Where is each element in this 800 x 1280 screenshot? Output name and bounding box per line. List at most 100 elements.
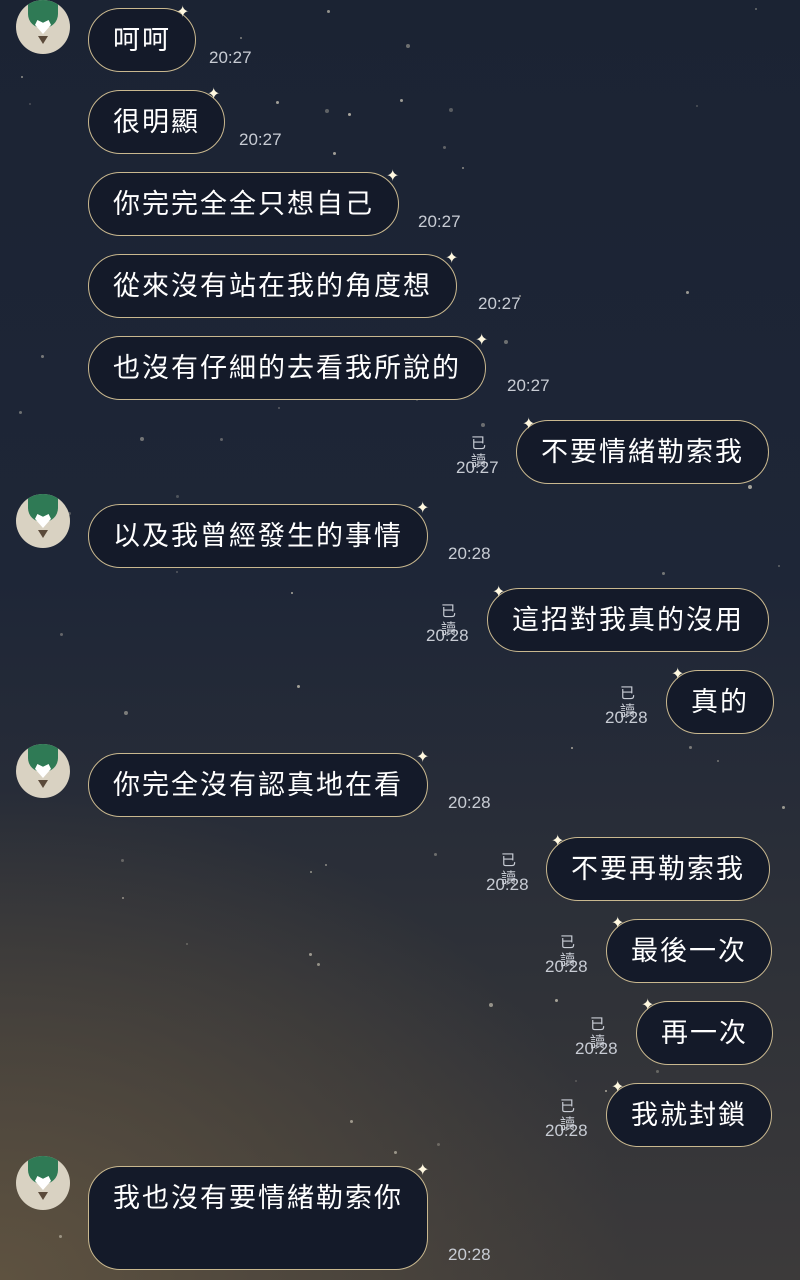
message-bubble[interactable]: 不要再勒索我 <box>546 837 770 901</box>
star-dot <box>462 167 464 169</box>
star-dot <box>662 572 665 575</box>
star-dot <box>406 44 410 48</box>
star-dot <box>350 1120 353 1123</box>
message-time: 20:28 <box>426 626 469 645</box>
star-dot <box>29 103 31 105</box>
star-dot <box>437 1143 440 1146</box>
message-bubble[interactable]: 最後一次 <box>606 919 772 983</box>
message-time: 20:28 <box>486 875 529 894</box>
star-dot <box>696 105 698 107</box>
avatar[interactable] <box>16 1156 70 1210</box>
message-bubble[interactable]: 我就封鎖 <box>606 1083 772 1147</box>
star-dot <box>121 859 124 862</box>
star-dot <box>122 897 124 899</box>
message-text: 你完全沒有認真地在看 <box>113 770 403 801</box>
star-dot <box>60 633 63 636</box>
star-dot <box>310 871 312 873</box>
star-dot <box>325 109 329 113</box>
sparkle-icon: ✦ <box>416 747 430 766</box>
message-bubble[interactable]: 從來沒有站在我的角度想 <box>88 254 457 318</box>
star-dot <box>291 592 293 594</box>
star-dot <box>481 423 485 427</box>
star-dot <box>220 438 223 441</box>
message-time: 20:28 <box>575 1039 618 1058</box>
message-bubble[interactable]: 我也沒有要情緒勒索你 <box>88 1166 428 1270</box>
message-text: 不要情緒勒索我 <box>541 437 744 468</box>
message-time: 20:28 <box>448 1245 491 1264</box>
star-dot <box>656 1070 659 1073</box>
star-dot <box>449 108 453 112</box>
star-dot <box>555 999 558 1002</box>
message-bubble[interactable]: 不要情緒勒索我 <box>516 420 769 484</box>
message-text: 不要再勒索我 <box>571 854 745 885</box>
star-dot <box>689 746 692 749</box>
message-text: 你完完全全只想自己 <box>113 189 374 220</box>
star-dot <box>59 1235 62 1238</box>
star-dot <box>276 101 279 104</box>
star-dot <box>186 943 188 945</box>
message-time: 20:27 <box>507 376 550 395</box>
star-dot <box>605 1090 607 1092</box>
message-time: 20:27 <box>209 48 252 67</box>
star-dot <box>434 853 437 856</box>
message-text: 這招對我真的沒用 <box>512 605 744 636</box>
message-bubble[interactable]: 這招對我真的沒用 <box>487 588 769 652</box>
message-bubble[interactable]: 以及我曾經發生的事情 <box>88 504 428 568</box>
sparkle-icon: ✦ <box>611 913 625 932</box>
message-text: 也沒有仔細的去看我所說的 <box>113 353 461 384</box>
star-dot <box>297 685 300 688</box>
sparkle-icon: ✦ <box>416 1160 430 1179</box>
star-dot <box>575 1080 577 1082</box>
message-text: 很明顯 <box>113 107 200 138</box>
star-dot <box>571 747 573 749</box>
message-time: 20:27 <box>456 458 499 477</box>
message-time: 20:27 <box>418 212 461 231</box>
message-bubble[interactable]: 也沒有仔細的去看我所說的 <box>88 336 486 400</box>
star-dot <box>124 711 128 715</box>
sparkle-icon: ✦ <box>176 2 190 21</box>
sparkle-icon: ✦ <box>671 664 685 683</box>
message-text: 以及我曾經發生的事情 <box>113 521 403 552</box>
message-text: 真的 <box>691 687 749 718</box>
message-text: 呵呵 <box>113 25 171 56</box>
star-dot <box>400 99 403 102</box>
sparkle-icon: ✦ <box>551 831 565 850</box>
message-text: 再一次 <box>661 1018 748 1049</box>
message-time: 20:28 <box>545 957 588 976</box>
star-dot <box>489 1003 493 1007</box>
avatar[interactable] <box>16 0 70 54</box>
message-text: 我就封鎖 <box>631 1100 747 1131</box>
message-time: 20:27 <box>478 294 521 313</box>
star-dot <box>176 571 178 573</box>
star-dot <box>333 152 336 155</box>
sparkle-icon: ✦ <box>641 995 655 1014</box>
star-dot <box>21 76 23 78</box>
message-bubble[interactable]: 很明顯 <box>88 90 225 154</box>
message-text: 我也沒有要情緒勒索你 <box>113 1183 403 1214</box>
message-text: 從來沒有站在我的角度想 <box>113 271 432 302</box>
avatar[interactable] <box>16 494 70 548</box>
star-dot <box>317 963 320 966</box>
sparkle-icon: ✦ <box>522 414 536 433</box>
star-dot <box>327 10 330 13</box>
star-dot <box>348 113 351 116</box>
sparkle-icon: ✦ <box>207 84 221 103</box>
message-bubble[interactable]: 你完完全全只想自己 <box>88 172 399 236</box>
star-dot <box>325 864 327 866</box>
message-time: 20:28 <box>448 544 491 563</box>
avatar[interactable] <box>16 744 70 798</box>
sparkle-icon: ✦ <box>416 498 430 517</box>
message-time: 20:28 <box>545 1121 588 1140</box>
star-dot <box>782 806 785 809</box>
message-bubble[interactable]: 你完全沒有認真地在看 <box>88 753 428 817</box>
star-dot <box>240 37 242 39</box>
sparkle-icon: ✦ <box>475 330 489 349</box>
message-time: 20:28 <box>448 793 491 812</box>
star-dot <box>748 485 752 489</box>
star-dot <box>278 407 280 409</box>
star-dot <box>443 146 446 149</box>
star-dot <box>686 291 689 294</box>
sparkle-icon: ✦ <box>492 582 506 601</box>
star-dot <box>755 8 757 10</box>
message-bubble[interactable]: 再一次 <box>636 1001 773 1065</box>
